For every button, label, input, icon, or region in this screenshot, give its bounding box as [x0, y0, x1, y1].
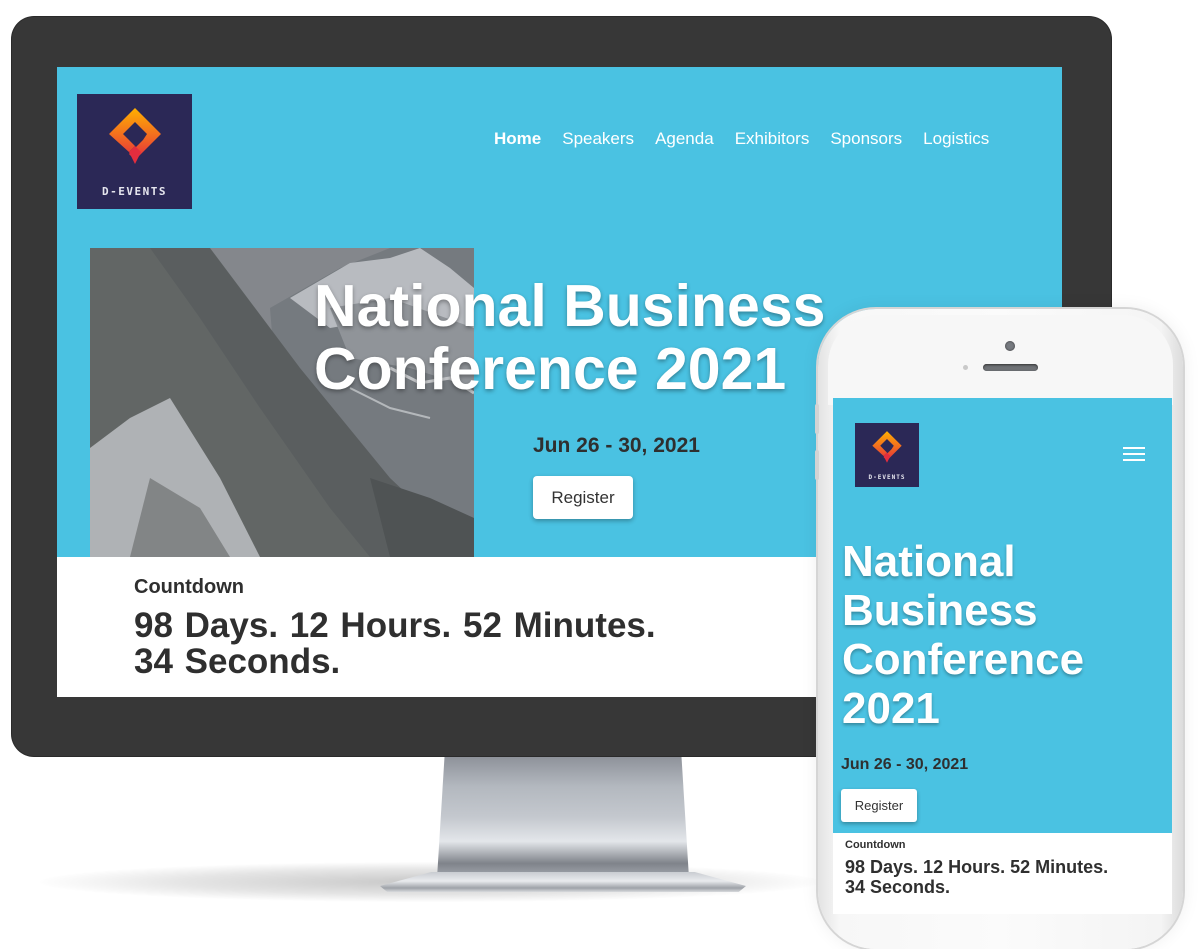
- mobile-title-line-4: 2021: [842, 684, 940, 733]
- countdown-timer: 98 Days. 12 Hours. 52 Minutes. 34 Second…: [134, 608, 694, 680]
- phone-speaker-icon: [983, 364, 1038, 371]
- main-nav: Home Speakers Agenda Exhibitors Sponsors…: [494, 129, 989, 149]
- event-date: Jun 26 - 30, 2021: [533, 434, 700, 457]
- mobile-hero: D-EVENTS National Business Conference 20…: [833, 398, 1172, 833]
- nav-item-exhibitors[interactable]: Exhibitors: [735, 129, 810, 149]
- mobile-hero-title: National Business Conference 2021: [842, 537, 1162, 733]
- mobile-screen: D-EVENTS National Business Conference 20…: [833, 398, 1172, 914]
- diamond-logo-icon: [872, 431, 902, 463]
- nav-item-sponsors[interactable]: Sponsors: [830, 129, 902, 149]
- nav-item-logistics[interactable]: Logistics: [923, 129, 989, 149]
- hero-title-line-1: National Business: [314, 273, 826, 339]
- hamburger-line: [1123, 453, 1145, 455]
- hamburger-line: [1123, 459, 1145, 461]
- mobile-brand-logo[interactable]: D-EVENTS: [855, 423, 919, 487]
- mobile-countdown-label: Countdown: [845, 839, 906, 851]
- nav-item-speakers[interactable]: Speakers: [562, 129, 634, 149]
- countdown-line-1: 98 Days. 12 Hours. 52 Minutes.: [134, 606, 656, 645]
- countdown-line-2: 34 Seconds.: [134, 642, 341, 681]
- mobile-title-line-1: National: [842, 537, 1016, 586]
- phone-volume-up-button: [815, 404, 819, 434]
- monitor-stand-base: [380, 872, 746, 892]
- monitor-stand-neck: [437, 756, 689, 878]
- hero-title-line-2: Conference 2021: [314, 336, 787, 402]
- mobile-register-button[interactable]: Register: [841, 789, 917, 822]
- hero-title: National Business Conference 2021: [314, 275, 825, 401]
- brand-logo[interactable]: D-EVENTS: [77, 94, 192, 209]
- mobile-title-line-2: Business: [842, 586, 1038, 635]
- diamond-logo-icon: [109, 108, 161, 164]
- mobile-event-date: Jun 26 - 30, 2021: [841, 756, 969, 773]
- phone-camera-icon: [1005, 341, 1015, 351]
- mobile-title-line-3: Conference: [842, 635, 1085, 684]
- phone-top-bezel: [828, 315, 1173, 405]
- mobile-logo-text: D-EVENTS: [868, 474, 906, 481]
- hamburger-menu-icon[interactable]: [1123, 447, 1145, 463]
- register-button[interactable]: Register: [533, 476, 633, 519]
- nav-item-home[interactable]: Home: [494, 129, 541, 149]
- mobile-countdown-line-2: 34 Seconds.: [845, 877, 951, 897]
- hamburger-line: [1123, 447, 1145, 449]
- logo-text: D-EVENTS: [102, 185, 167, 198]
- countdown-label: Countdown: [134, 576, 244, 598]
- mobile-countdown-timer: 98 Days. 12 Hours. 52 Minutes. 34 Second…: [845, 857, 1165, 897]
- nav-item-agenda[interactable]: Agenda: [655, 129, 714, 149]
- mobile-countdown-line-1: 98 Days. 12 Hours. 52 Minutes.: [845, 857, 1109, 877]
- phone-volume-down-button: [815, 450, 819, 480]
- phone-sensor-icon: [963, 365, 968, 370]
